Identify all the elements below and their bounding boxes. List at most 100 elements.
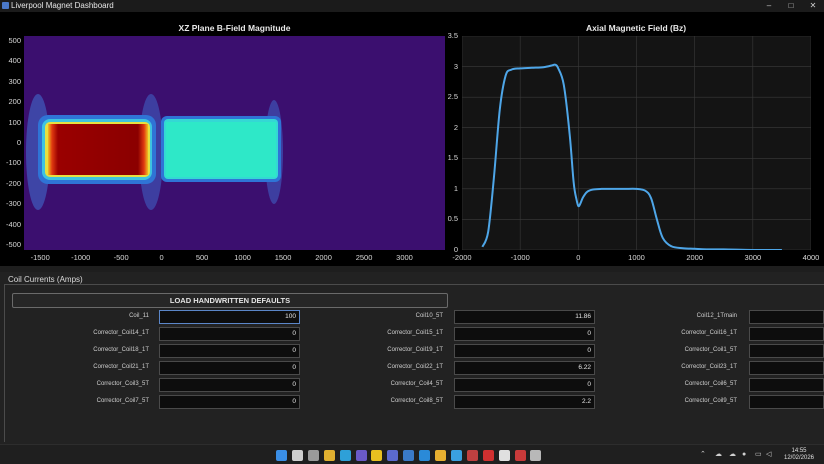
coil-label: Corrector_Coil19_1T [387,347,443,353]
plots-area: XZ Plane B-Field Magnitude Axial Magneti… [0,12,824,266]
heatmap-ytick-label: 400 [8,56,21,66]
teams-icon[interactable] [387,450,399,461]
coil-current-input[interactable]: 0 [159,327,300,341]
app2-icon[interactable] [466,450,478,461]
coil-label: Corrector_Coil3_5T [96,381,149,387]
axial-ytick-label: 1.5 [447,153,458,163]
coil-current-input[interactable] [749,395,824,409]
code-icon[interactable] [403,450,415,461]
pdf2-icon[interactable] [498,450,510,461]
axial-ytick-label: 0 [453,245,458,254]
matlab-icon[interactable] [530,450,542,461]
axial-ytick-label: 3 [453,61,458,71]
coil-current-input[interactable]: 0 [159,378,300,392]
edge-icon[interactable] [339,450,351,461]
coil-label: Corrector_Coil6_5T [684,381,737,387]
task-view-icon[interactable] [307,450,319,461]
app-icon [2,2,9,9]
axial-xtick-label: -2000 [452,253,472,262]
heatmap-xtick-label: -1000 [71,253,91,262]
chrome-icon[interactable] [323,450,335,461]
heatmap-ytick-label: -200 [5,178,21,188]
coil-label: Corrector_Coil1_5T [684,347,737,353]
load-defaults-button[interactable]: LOAD HANDWRITTEN DEFAULTS [12,293,448,308]
axial-xtick-label: 1000 [628,253,645,262]
vscode-icon[interactable] [419,450,431,461]
coil-currents-title: Coil Currents (Amps) [8,275,83,284]
coil-current-input[interactable] [749,327,824,341]
heatmap-core-region [48,124,148,175]
heatmap-xtick-label: 2000 [315,253,332,262]
coil-current-input[interactable]: 2.2 [454,395,595,409]
coil-current-input[interactable] [749,378,824,392]
heatmap-xtick-label: -500 [113,253,129,262]
pdf-icon[interactable] [482,450,494,461]
heatmap-chart[interactable] [24,36,445,250]
heatmap-main-region [166,122,276,177]
chevron-up-icon[interactable]: ⌃ [700,445,706,464]
title-bar: Liverpool Magnet Dashboard – □ ✕ [0,0,824,12]
cloud-icon[interactable]: ☁ [715,445,722,464]
axial-ytick-label: 3.5 [447,31,458,40]
coil-label: Coil12_1Tmain [696,313,737,319]
coil-current-input[interactable]: 0 [159,361,300,375]
maximize-button[interactable]: □ [780,0,802,12]
taskbar: ⌃ ☁ ☁ ● ▭ ◁ 14:55 12/02/2026 [0,444,824,464]
coil-current-input[interactable]: 0 [159,395,300,409]
heatmap-ytick-label: 300 [8,76,21,86]
coil-current-input[interactable]: 6.22 [454,361,595,375]
axial-ytick-label: 0.5 [447,214,458,224]
coil-current-input[interactable] [749,310,824,324]
window-title: Liverpool Magnet Dashboard [11,1,114,10]
coil-label: Corrector_Coil23_1T [681,364,737,370]
coil-current-input[interactable]: 0 [454,327,595,341]
axial-ytick-label: 2.5 [447,92,458,102]
close-button[interactable]: ✕ [802,0,824,12]
mic-icon[interactable]: ● [742,445,746,464]
coil-current-input[interactable]: 100 [159,310,300,324]
heatmap-ytick-label: -100 [5,158,21,168]
photos-icon[interactable] [450,450,462,461]
heatmap-title: XZ Plane B-Field Magnitude [178,23,291,33]
coil-label: Coil10_5T [415,313,443,319]
coil-label: Corrector_Coil7_5T [96,398,149,404]
axial-field-chart[interactable] [462,36,811,250]
axial-xtick-label: 3000 [744,253,762,262]
monitor-icon[interactable]: ▭ [755,445,762,464]
heatmap-xtick-label: 500 [195,253,209,262]
heatmap-ytick-label: 200 [8,97,21,107]
coil-current-input[interactable]: 11.86 [454,310,595,324]
windows-start-icon[interactable] [276,450,287,461]
axial-ytick-label: 1 [453,183,458,193]
coil-current-input[interactable]: 0 [454,378,595,392]
coil-label: Corrector_Coil18_1T [93,347,149,353]
files-icon[interactable] [435,450,446,461]
coil-label: Corrector_Coil21_1T [93,364,149,370]
search-icon[interactable] [291,450,303,461]
speaker-icon[interactable]: ◁ [766,445,771,464]
heatmap-xtick-label: 2500 [355,253,373,262]
coil-current-input[interactable]: 0 [454,344,595,358]
coil-current-input[interactable]: 0 [159,344,300,358]
coil-current-input[interactable] [749,344,824,358]
coil-label: Corrector_Coil14_1T [93,330,149,336]
coil-label: Corrector_Coil16_1T [681,330,737,336]
heatmap-ytick-label: -300 [5,199,21,209]
minimize-button[interactable]: – [758,0,780,12]
heatmap-xtick-label: 0 [159,253,164,262]
heatmap-ytick-label: -500 [5,239,21,249]
heatmap-ytick-label: -400 [5,219,21,229]
heatmap-xtick-label: 1500 [274,253,292,262]
taskbar-clock[interactable]: 14:55 12/02/2026 [779,448,819,462]
coil-label: Coil_11 [129,313,149,319]
notes-icon[interactable] [371,450,383,461]
coil-label: Corrector_Coil22_1T [387,364,443,370]
cloud2-icon[interactable]: ☁ [729,445,736,464]
coil-label: Corrector_Coil9_5T [684,398,737,404]
clock-time: 14:55 [791,448,807,454]
app3-icon[interactable] [514,450,526,461]
heatmap-xtick-label: 3000 [396,253,413,262]
heatmap-xtick-label: -1500 [30,253,50,262]
coil-current-input[interactable] [749,361,824,375]
app-icon[interactable] [355,450,367,461]
